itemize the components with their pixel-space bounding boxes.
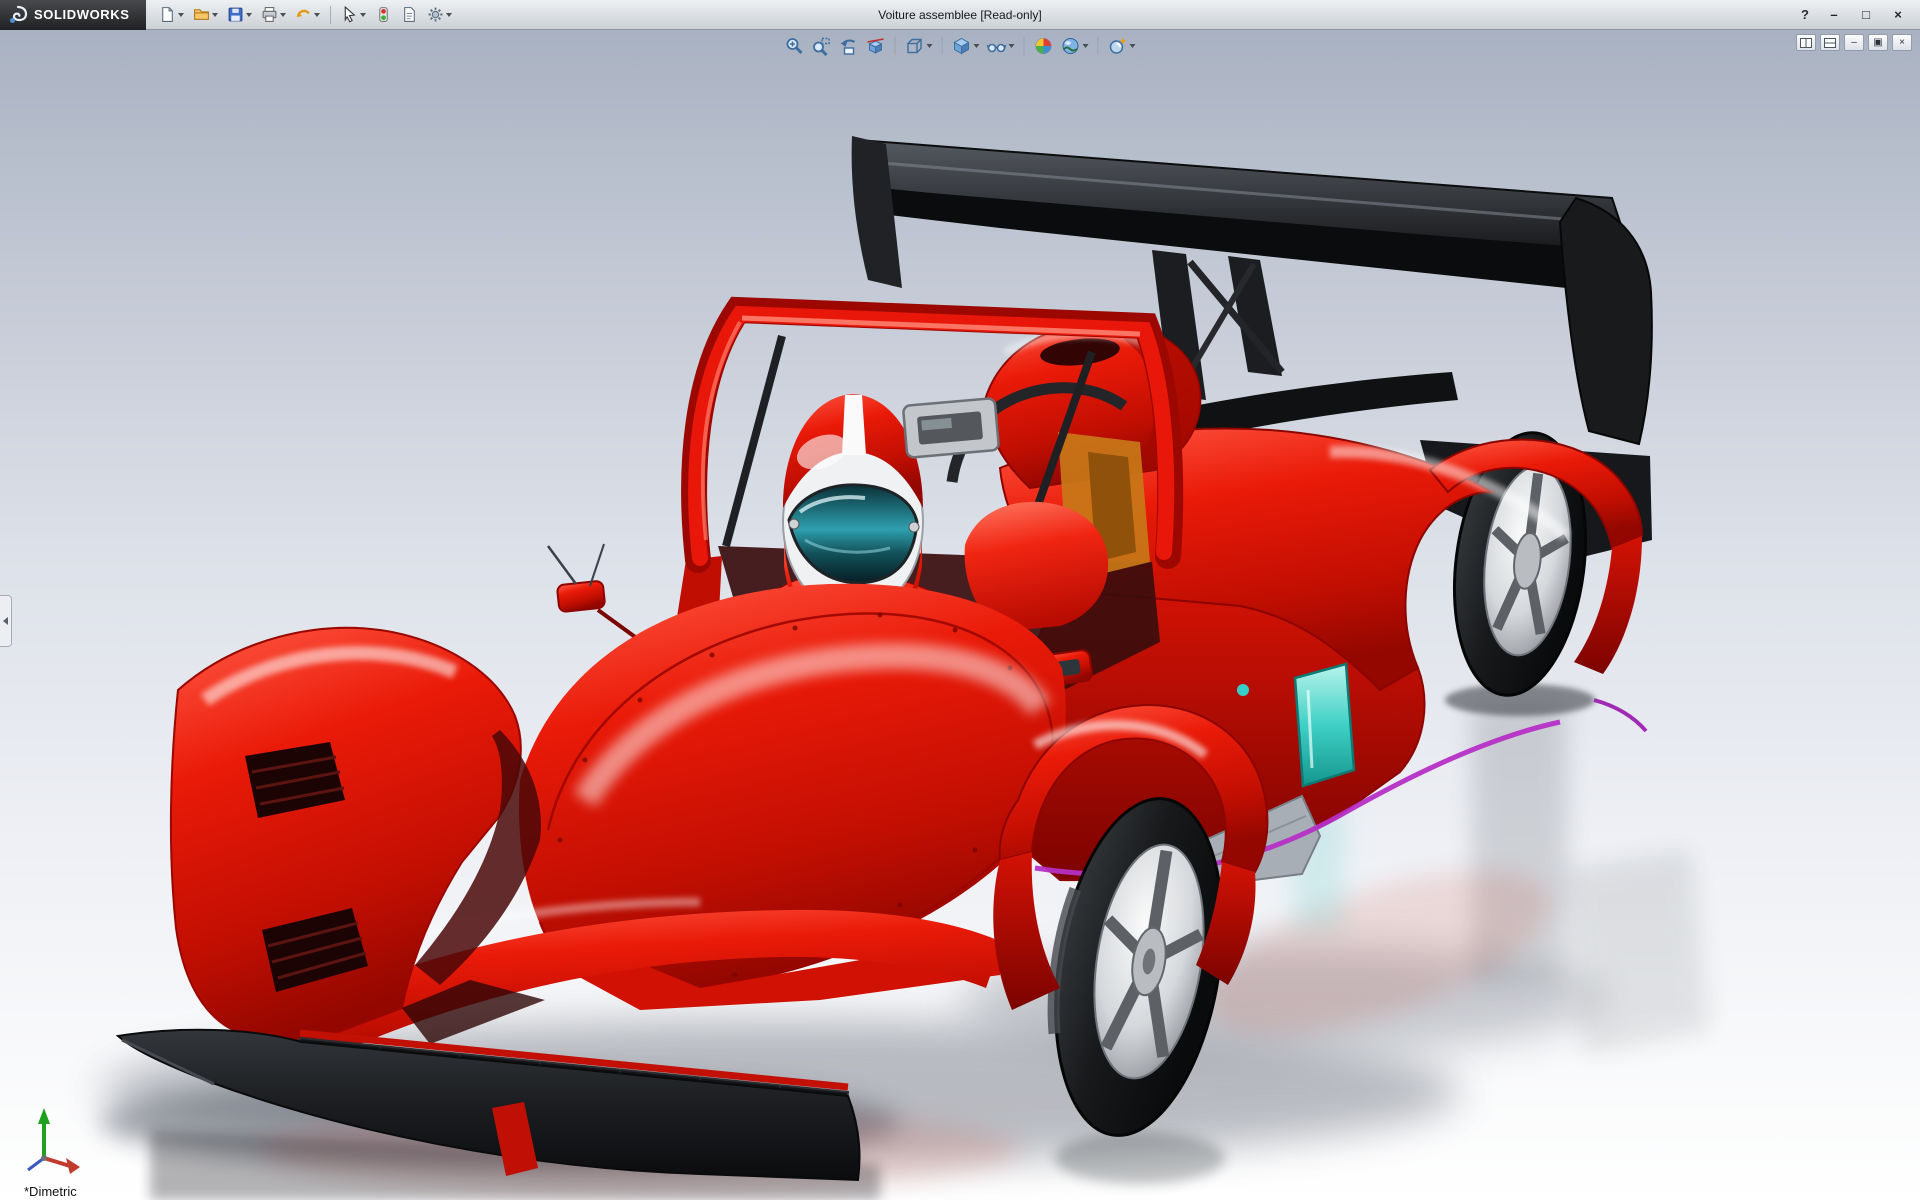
dropdown-caret-icon <box>359 12 366 17</box>
triad-x-axis <box>66 1158 80 1174</box>
triad-z-axis <box>27 1156 45 1172</box>
zoom-to-fit-icon <box>786 38 803 55</box>
dropdown-caret-icon <box>279 12 286 17</box>
dropdown-caret-icon <box>1008 44 1015 48</box>
doc-restore-button[interactable]: ▣ <box>1868 34 1888 51</box>
open-button[interactable] <box>190 3 221 27</box>
select-cursor-icon <box>344 6 356 23</box>
standard-toolbar <box>156 3 455 27</box>
minimize-button[interactable]: – <box>1822 5 1846 25</box>
rebuild-icon <box>378 7 388 22</box>
file-properties-icon <box>403 7 415 22</box>
titlebar: SOLIDWORKS Voiture assemblee [Read-only]… <box>0 0 1920 30</box>
solidworks-logo: SOLIDWORKS <box>0 0 146 30</box>
maximize-button[interactable]: □ <box>1854 5 1878 25</box>
toolbar-separator <box>894 37 896 55</box>
dropdown-caret-icon <box>445 12 452 17</box>
split-horizontal-icon <box>1824 37 1836 48</box>
undo-button[interactable] <box>292 3 323 27</box>
split-vertical-button[interactable] <box>1796 34 1816 51</box>
hide-show-items-icon <box>986 43 1007 53</box>
graphics-area[interactable]: – ▣ × *Dimetric <box>0 30 1920 1200</box>
save-icon <box>228 7 242 22</box>
feature-tree-collapse-tab[interactable] <box>0 595 12 647</box>
solidworks-window: SOLIDWORKS Voiture assemblee [Read-only]… <box>0 0 1920 1200</box>
dropdown-caret-icon <box>313 12 320 17</box>
open-icon <box>193 9 209 20</box>
side-mirror-left <box>556 580 606 613</box>
brand-text: SOLIDWORKS <box>34 7 130 22</box>
heads-up-view-toolbar <box>784 35 1137 57</box>
section-view-icon <box>867 38 884 54</box>
view-orientation-button[interactable] <box>904 35 934 57</box>
previous-view-button[interactable] <box>838 35 860 57</box>
new-document-button[interactable] <box>156 3 187 27</box>
model-3d-view[interactable] <box>0 30 1920 1200</box>
dropdown-caret-icon <box>973 44 980 48</box>
print-button[interactable] <box>258 3 289 27</box>
previous-view-icon <box>840 39 856 55</box>
dropdown-caret-icon <box>1082 44 1089 48</box>
close-button[interactable]: × <box>1886 5 1910 25</box>
view-settings-button[interactable] <box>1107 35 1137 57</box>
help-button[interactable]: ? <box>1796 7 1814 22</box>
toolbar-separator <box>941 37 943 55</box>
print-icon <box>262 7 276 22</box>
select-button[interactable] <box>338 3 369 27</box>
zoom-to-fit-button[interactable] <box>784 35 806 57</box>
mirror-housing <box>902 397 1000 459</box>
split-horizontal-button[interactable] <box>1820 34 1840 51</box>
document-window-controls: – ▣ × <box>1796 34 1912 51</box>
display-style-icon <box>953 37 970 55</box>
side-window <box>1293 662 1356 788</box>
file-properties-button[interactable] <box>398 3 421 27</box>
dropdown-caret-icon <box>926 44 933 48</box>
edit-appearance-button[interactable] <box>1033 35 1055 57</box>
dropdown-caret-icon <box>1129 44 1136 48</box>
view-orientation-label: *Dimetric <box>24 1184 77 1199</box>
zoom-to-area-button[interactable] <box>811 35 833 57</box>
triad-y-axis <box>38 1108 50 1124</box>
options-button[interactable] <box>424 3 455 27</box>
dropdown-caret-icon <box>245 12 252 17</box>
section-view-button[interactable] <box>865 35 887 57</box>
save-button[interactable] <box>224 3 255 27</box>
new-document-icon <box>161 7 173 22</box>
dropdown-caret-icon <box>211 12 218 17</box>
split-vertical-icon <box>1800 37 1812 48</box>
toolbar-separator <box>329 5 331 24</box>
toolbar-separator <box>1023 37 1025 55</box>
window-controls: ? – □ × <box>1796 5 1920 25</box>
ds-logo-icon <box>10 5 28 23</box>
view-settings-icon <box>1109 38 1126 54</box>
doc-close-button[interactable]: × <box>1892 34 1912 51</box>
doc-minimize-button[interactable]: – <box>1844 34 1864 51</box>
collapse-arrow-icon <box>3 617 8 625</box>
options-gear-icon <box>428 7 442 22</box>
rebuild-button[interactable] <box>372 3 395 27</box>
orientation-triad <box>27 1108 80 1174</box>
hide-show-items-button[interactable] <box>986 35 1016 57</box>
toolbar-separator <box>1097 37 1099 55</box>
apply-scene-button[interactable] <box>1060 35 1090 57</box>
view-orientation-icon <box>907 38 922 54</box>
dropdown-caret-icon <box>177 12 184 17</box>
edit-appearance-icon <box>1035 38 1052 54</box>
undo-icon <box>296 9 310 18</box>
zoom-to-area-icon <box>813 37 830 56</box>
display-style-button[interactable] <box>951 35 981 57</box>
apply-scene-icon <box>1062 38 1079 54</box>
